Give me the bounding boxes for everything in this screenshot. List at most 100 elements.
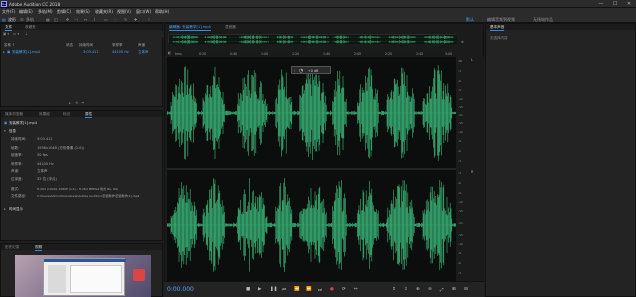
timeline-ruler[interactable]: hms 0:20 0:40 1:00 1:20 1:40 2:00 2:20 2… (175, 50, 456, 57)
snap-icon[interactable]: ⌇ (148, 17, 150, 22)
multitrack-view-button[interactable]: 多轨 (26, 17, 34, 23)
properties-panel: 媒体浏览器 效果组 标记 属性 ▣ 安装教学[1].mp4 ▾ 信息 持续时间:… (0, 110, 163, 241)
workspace-default[interactable]: 默认 (466, 17, 474, 23)
fast-forward-button[interactable]: ⏩ (306, 287, 312, 292)
lasso-tool-icon[interactable]: ◌ (114, 17, 118, 22)
col-name[interactable]: 名称 ↑ (4, 43, 15, 48)
col-status[interactable]: 状态 (66, 43, 73, 48)
workspace-edit-video[interactable]: 编辑音频到视频 (487, 17, 515, 23)
tab-properties[interactable]: 属性 (85, 112, 93, 118)
time-selection-tool-icon[interactable]: I (94, 17, 95, 22)
marquee-tool-icon[interactable]: ▭ (104, 17, 108, 22)
tab-effects-rack[interactable]: 效果组 (39, 112, 50, 117)
zoom-out-time-icon[interactable]: ⊖ (428, 287, 432, 292)
move-tool-icon[interactable]: ✥ (66, 17, 69, 22)
pause-button[interactable]: ❚❚ (270, 287, 278, 292)
no-selection-text: 无选择内容 (490, 36, 508, 40)
tab-editor[interactable]: 编辑器: 安装教学[1].mp4 (169, 25, 211, 31)
rewind-button[interactable]: ⏪ (294, 287, 300, 292)
expand-arrow-icon[interactable]: ▸ (3, 50, 5, 54)
db-label: -15 (458, 121, 463, 125)
healing-tool-icon[interactable]: ✚ (134, 17, 137, 22)
col-duration[interactable]: 持续时间 (79, 43, 93, 48)
spectral-icon[interactable]: ▦ (46, 17, 50, 22)
prop-value: 44100 Hz (37, 162, 54, 166)
expand-time-icon[interactable]: ▸ (4, 207, 6, 211)
close-button[interactable]: ✕ (622, 0, 636, 8)
current-time-display[interactable]: 0:00.000 (167, 286, 194, 293)
zoom-in-amplitude-icon[interactable]: ⇕ (392, 287, 396, 292)
autoplay-icon[interactable]: ⇥ (81, 101, 84, 105)
prop-value: 32 位 (浮点) (37, 177, 57, 181)
open-file-icon[interactable]: ▭ ▾ (13, 32, 19, 36)
stop-button[interactable]: ■ (246, 287, 250, 292)
tab-mixer[interactable]: 混音器 (225, 25, 236, 30)
video-preview-titlebar (44, 259, 126, 262)
razor-tool-icon[interactable]: ⊣ (74, 17, 77, 22)
hud-move-icon[interactable]: ⁝ (294, 69, 295, 73)
zoom-selection-icon[interactable]: ⊟ (464, 287, 468, 292)
collapse-info-icon[interactable]: ▾ (4, 129, 6, 133)
gain-knob-icon[interactable]: ◔ (299, 68, 303, 74)
tab-history[interactable]: 历史记录 (5, 245, 19, 250)
tab-files[interactable]: 文件 (5, 25, 13, 31)
db-label: -3 (458, 271, 461, 275)
ruler-unit: hms (175, 51, 182, 56)
zoom-out-amplitude-icon[interactable]: ⇳ (404, 287, 408, 292)
hud-gain-control[interactable]: ⁝ ◔ +0 dB (291, 66, 331, 74)
minimize-button[interactable]: — (594, 0, 608, 8)
play-button[interactable]: ▶ (258, 287, 261, 292)
history-video-panel: 历史记录 视频 (0, 243, 163, 297)
loop-preview-icon[interactable]: ⟲ (75, 101, 78, 105)
move-to-previous-button[interactable]: ⏮ (282, 287, 286, 293)
tab-markers[interactable]: 标记 (63, 112, 70, 117)
import-icon[interactable]: ⇣ (25, 32, 28, 36)
video-preview-content (70, 265, 122, 293)
pitch-icon[interactable]: ◫ (54, 17, 58, 22)
db-label: dB (458, 59, 462, 63)
table-row[interactable]: ▸ ▣ 安装教学[1].mp4 3:03.411 44100 Hz 立体声 (2, 49, 162, 55)
tab-video[interactable]: 视频 (35, 245, 43, 251)
file-sample-rate: 44100 Hz (112, 49, 129, 54)
move-to-next-button[interactable]: ⏭ (318, 287, 322, 293)
col-channels[interactable]: 声道 (138, 43, 145, 48)
section-info[interactable]: 信息 (9, 129, 16, 134)
prop-key: 位深度: (11, 177, 23, 181)
maximize-button[interactable]: ☐ (608, 0, 622, 8)
video-file-icon: ▣ (7, 49, 11, 54)
tab-essential-sound[interactable]: 基本声音 (490, 25, 505, 31)
prop-key: 帧速率: (11, 153, 23, 157)
files-mini-toolbar: ▣ ▾ ▭ ▾ ⇣ (1, 31, 164, 37)
col-sample-rate[interactable]: 采样率 (112, 43, 123, 48)
loop-button[interactable]: ⟳ (342, 287, 346, 292)
zoom-in-point-icon[interactable]: ⊞ (452, 287, 456, 292)
zoom-in-time-icon[interactable]: ⊕ (416, 287, 420, 292)
workspace-radio[interactable]: 无线电作品 (533, 17, 553, 23)
properties-tabs: 媒体浏览器 效果组 标记 属性 (1, 111, 162, 118)
slip-tool-icon[interactable]: ↔ (84, 17, 87, 22)
waveform-overview[interactable] (168, 34, 457, 44)
playhead-start-icon[interactable]: ◧ (168, 51, 171, 55)
section-time-display[interactable]: 时间显示 (9, 207, 23, 212)
record-button[interactable]: ● (330, 287, 334, 292)
tab-favorites[interactable]: 收藏夹 (25, 25, 36, 30)
tab-media-browser[interactable]: 媒体浏览器 (5, 112, 23, 117)
essential-sound-tabs: 基本声音 (486, 24, 635, 31)
zoom-overview-icon[interactable]: ⊕ (461, 40, 464, 44)
waveform-display[interactable]: ⁝ ◔ +0 dB (167, 57, 456, 281)
play-preview-icon[interactable]: ▸ (69, 101, 71, 105)
db-label: -3 (458, 171, 461, 175)
multitrack-view-icon: ☰ (20, 16, 24, 22)
db-label: -6 (458, 261, 461, 265)
new-file-icon[interactable]: ▣ ▾ (3, 32, 9, 36)
waveform-view-button[interactable]: 波形 (8, 17, 16, 23)
vertical-scrollbar[interactable] (476, 57, 484, 281)
prop-key: 格式: (11, 187, 20, 191)
skip-selection-button[interactable]: ↦ (354, 287, 358, 292)
zoom-out-full-icon[interactable]: ⤢ (440, 287, 444, 293)
file-icon: ▣ (4, 121, 8, 125)
channel-right-label[interactable]: R (471, 170, 473, 174)
brush-tool-icon[interactable]: ✎ (124, 17, 127, 22)
channel-left-label[interactable]: L (471, 58, 473, 62)
prop-key: 采样率: (11, 162, 23, 166)
